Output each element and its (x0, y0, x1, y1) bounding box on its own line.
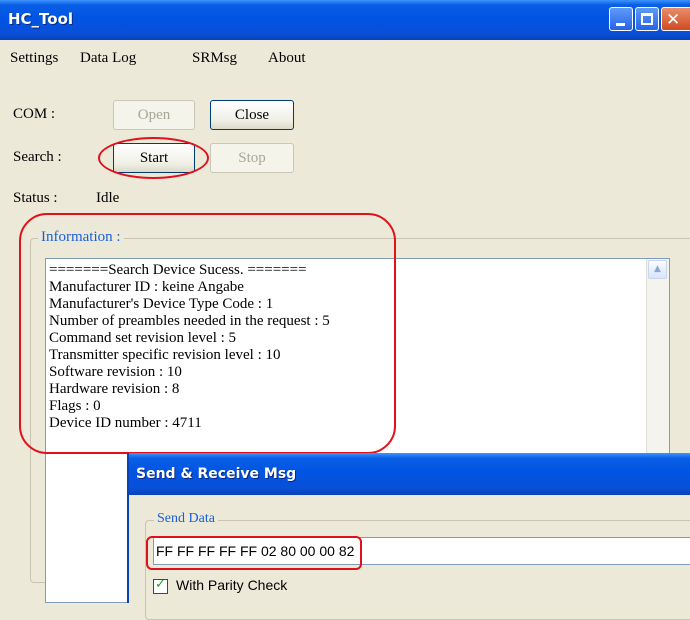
menu-about[interactable]: About (268, 50, 306, 67)
check-icon: ✓ (155, 577, 166, 592)
parity-check-label[interactable]: With Parity Check (176, 577, 287, 593)
minimize-button[interactable] (609, 7, 633, 31)
menu-settings[interactable]: Settings (10, 50, 58, 67)
send-data-group (145, 520, 690, 620)
search-label: Search : (13, 149, 62, 165)
maximize-icon (641, 13, 653, 25)
menu-srmsg[interactable]: SRMsg (192, 50, 237, 67)
close-button[interactable]: Close (210, 100, 294, 130)
srmsg-window-title: Send & Receive Msg (136, 466, 297, 482)
window-title: HC_Tool (8, 10, 74, 28)
close-icon: ✕ (666, 10, 681, 30)
information-highlight-ellipse (19, 213, 396, 454)
status-label: Status : (13, 190, 58, 206)
maximize-button[interactable] (635, 7, 659, 31)
stop-button[interactable]: Stop (210, 143, 294, 173)
title-bar[interactable]: HC_Tool ✕ (0, 0, 690, 40)
status-value: Idle (96, 190, 120, 206)
scroll-up-icon[interactable]: ▲ (648, 260, 667, 279)
minimize-icon (616, 23, 625, 26)
menu-bar: Settings Data Log SRMsg About (0, 40, 690, 74)
start-highlight-ellipse (98, 137, 209, 179)
close-window-button[interactable]: ✕ (661, 7, 690, 31)
menu-data-log[interactable]: Data Log (80, 50, 136, 67)
send-data-highlight-box (146, 536, 362, 570)
parity-check-checkbox[interactable]: ✓ (153, 577, 168, 594)
open-button[interactable]: Open (113, 100, 195, 130)
com-label: COM : (13, 106, 56, 122)
send-receive-window: Send & Receive Msg Send Data FF FF FF FF… (127, 453, 690, 620)
srmsg-title-bar[interactable]: Send & Receive Msg (129, 453, 690, 495)
send-data-title: Send Data (154, 511, 218, 527)
